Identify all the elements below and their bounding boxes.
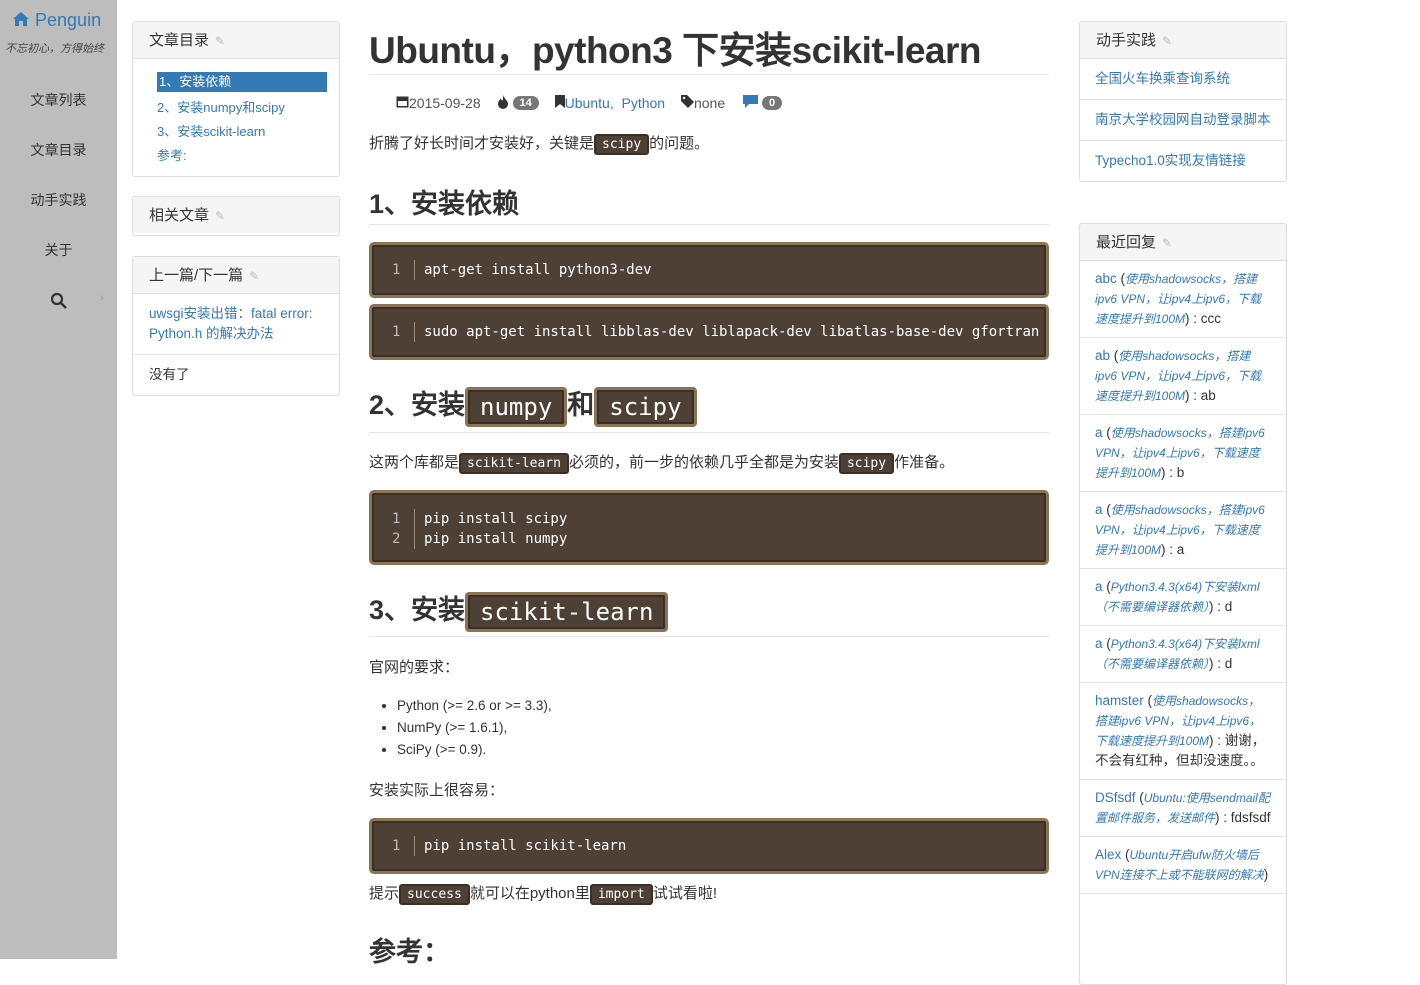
toc-item-2[interactable]: 2、安装numpy和scipy (157, 97, 285, 116)
pencil-icon: ✎ (1162, 34, 1173, 48)
article-title: Ubuntu，python3 下安装scikit-learn (369, 30, 981, 71)
inline-code: numpy (465, 386, 568, 427)
code-line: 1 pip install scipy (392, 509, 568, 529)
search-icon[interactable] (50, 292, 68, 310)
list-item: Python (>= 2.6 or >= 3.3), (397, 695, 552, 717)
toc-panel-header: 文章目录 ✎ (133, 22, 339, 59)
replies-panel-title: 最近回复 (1096, 234, 1157, 251)
practice-panel-title: 动手实践 (1096, 32, 1157, 49)
site-motto: 不忘初心，方得始终 (5, 43, 104, 55)
article-meta: 2015-09-28 14 Ubuntu, Python none 0 (396, 94, 783, 112)
chevron-right-icon[interactable]: › (100, 292, 104, 304)
inline-code: success (399, 884, 470, 905)
reply-item[interactable]: Alex (Ubuntu开启ufw防火墙后VPN连接不上或不能联网的解决) (1080, 837, 1286, 894)
related-panel: 相关文章 ✎ (132, 196, 340, 236)
toc-panel-title: 文章目录 (149, 32, 210, 49)
reply-item[interactable]: a (Python3.4.3(x64)下安装lxml（不需要编译器依赖）) : … (1080, 569, 1286, 626)
section-divider (369, 224, 1049, 225)
brand-label: Penguin (35, 10, 102, 30)
left-nav: Penguin 不忘初心，方得始终 文章列表 文章目录 动手实践 关于 › (0, 0, 117, 959)
article-tags[interactable]: none (694, 95, 725, 111)
reply-item[interactable]: a (使用shadowsocks，搭建ipv6 VPN，让ipv4上ipv6，下… (1080, 415, 1286, 492)
calendar-icon (396, 95, 409, 111)
code-line: 1 pip install scikit-learn (392, 836, 627, 856)
list-item: NumPy (>= 1.6.1), (397, 717, 552, 739)
prev-article-link[interactable]: uwsgi安装出错：fatal error: Python.h 的解决办法 (133, 294, 339, 355)
article-date: 2015-09-28 (409, 95, 481, 112)
section-divider (369, 432, 1049, 433)
replies-panel-header: 最近回复 ✎ (1080, 224, 1286, 261)
intro-paragraph: 折腾了好长时间才安装好，关键是 scipy 的问题。 (369, 132, 709, 155)
code-block: 1 apt-get install python3-dev (369, 242, 1049, 298)
code-line: 1 sudo apt-get install libblas-dev liblap… (392, 322, 1040, 342)
inline-code: import (589, 884, 653, 905)
code-line: 1 apt-get install python3-dev (392, 260, 652, 280)
toc-panel: 文章目录 ✎ 1、安装依赖 2、安装numpy和scipy 3、安装scikit-… (132, 21, 340, 177)
section-heading-4: 参考： (369, 937, 450, 967)
pencil-icon: ✎ (1162, 236, 1173, 250)
list-item: SciPy (>= 0.9). (397, 739, 552, 761)
reply-item[interactable]: a (Python3.4.3(x64)下安装lxml（不需要编译器依赖）) : … (1080, 626, 1286, 683)
prevnext-panel: 上一篇/下一篇 ✎ uwsgi安装出错：fatal error: Python.h… (132, 256, 340, 396)
category-link-ubuntu[interactable]: Ubuntu (565, 95, 610, 111)
related-panel-header: 相关文章 ✎ (133, 197, 339, 233)
practice-link[interactable]: 南京大学校园网自动登录脚本 (1080, 100, 1286, 141)
related-panel-title: 相关文章 (149, 207, 210, 224)
prevnext-panel-title: 上一篇/下一篇 (149, 267, 244, 284)
reply-item[interactable]: a (使用shadowsocks，搭建ipv6 VPN，让ipv4上ipv6，下… (1080, 492, 1286, 569)
paragraph-2: 这两个库都是 scikit-learn 必须的，前一步的依赖几乎全都是为安装 scip… (369, 451, 954, 474)
title-divider (369, 74, 1049, 75)
section-heading-2: 2、安装 numpy 和 scipy (369, 383, 697, 427)
pencil-icon: ✎ (215, 34, 226, 48)
paragraph-4: 安装实际上很容易： (369, 782, 505, 799)
toc-item-4[interactable]: 参考: (157, 145, 187, 164)
inline-code: scipy (838, 453, 895, 474)
comments-badge[interactable]: 0 (762, 96, 783, 111)
category-link-python[interactable]: Python (621, 95, 665, 111)
section-divider (369, 636, 1049, 637)
toc-item-3[interactable]: 3、安装scikit-learn (157, 121, 265, 140)
prevnext-panel-header: 上一篇/下一篇 ✎ (133, 257, 339, 294)
code-block: 1 pip install scipy 2 pip install numpy (369, 490, 1049, 565)
bookmark-icon (554, 95, 565, 111)
inline-code: scikit-learn (459, 453, 569, 474)
code-block: 1 pip install scikit-learn (369, 818, 1049, 874)
reply-item[interactable]: abc (使用shadowsocks，搭建ipv6 VPN，让ipv4上ipv6… (1080, 261, 1286, 338)
comment-icon (743, 95, 759, 111)
pencil-icon: ✎ (215, 209, 226, 223)
toc-item-1[interactable]: 1、安装依赖 (157, 72, 327, 92)
reply-item[interactable]: DSfsdf (Ubuntu:使用sendmail配置邮件服务，发送邮件) : … (1080, 780, 1286, 837)
nav-item-toc[interactable]: 文章目录 (0, 140, 117, 160)
inline-code: scipy (594, 386, 697, 427)
paragraph-5: 提示 success 就可以在python里 import 试试看啦! (369, 882, 717, 905)
code-line: 2 pip install numpy (392, 529, 568, 549)
code-block: 1 sudo apt-get install libblas-dev liblap… (369, 304, 1049, 360)
reply-item[interactable]: ab (使用shadowsocks，搭建ipv6 VPN，让ipv4上ipv6，… (1080, 338, 1286, 415)
reply-item[interactable]: hamster (使用shadowsocks，搭建ipv6 VPN，让ipv4上… (1080, 683, 1286, 780)
tag-icon (680, 95, 694, 111)
practice-link[interactable]: Typecho1.0实现友情链接 (1080, 141, 1286, 181)
views-badge: 14 (512, 96, 539, 111)
nav-item-articles[interactable]: 文章列表 (0, 90, 117, 110)
inline-code: scikit-learn (465, 591, 669, 632)
inline-code: scipy (594, 134, 650, 155)
requirements-list: Python (>= 2.6 or >= 3.3), NumPy (>= 1.6… (397, 695, 552, 761)
practice-panel: 动手实践 ✎ 全国火车换乘查询系统 南京大学校园网自动登录脚本 Typecho1.… (1079, 21, 1287, 182)
practice-panel-header: 动手实践 ✎ (1080, 22, 1286, 59)
paragraph-3: 官网的要求： (369, 659, 460, 676)
section-heading-3: 3、安装 scikit-learn (369, 588, 669, 632)
recent-replies-panel: 最近回复 ✎ abc (使用shadowsocks，搭建ipv6 VPN，让ipv… (1079, 223, 1287, 985)
brand-link[interactable]: Penguin (12, 10, 101, 31)
home-icon (13, 12, 29, 26)
fire-icon (497, 94, 509, 112)
pencil-icon: ✎ (249, 269, 260, 283)
practice-link[interactable]: 全国火车换乘查询系统 (1080, 59, 1286, 100)
nav-item-practice[interactable]: 动手实践 (0, 190, 117, 210)
nav-item-about[interactable]: 关于 (0, 240, 117, 260)
next-article-text: 没有了 (149, 367, 190, 382)
section-heading-1: 1、安装依赖 (369, 189, 520, 219)
